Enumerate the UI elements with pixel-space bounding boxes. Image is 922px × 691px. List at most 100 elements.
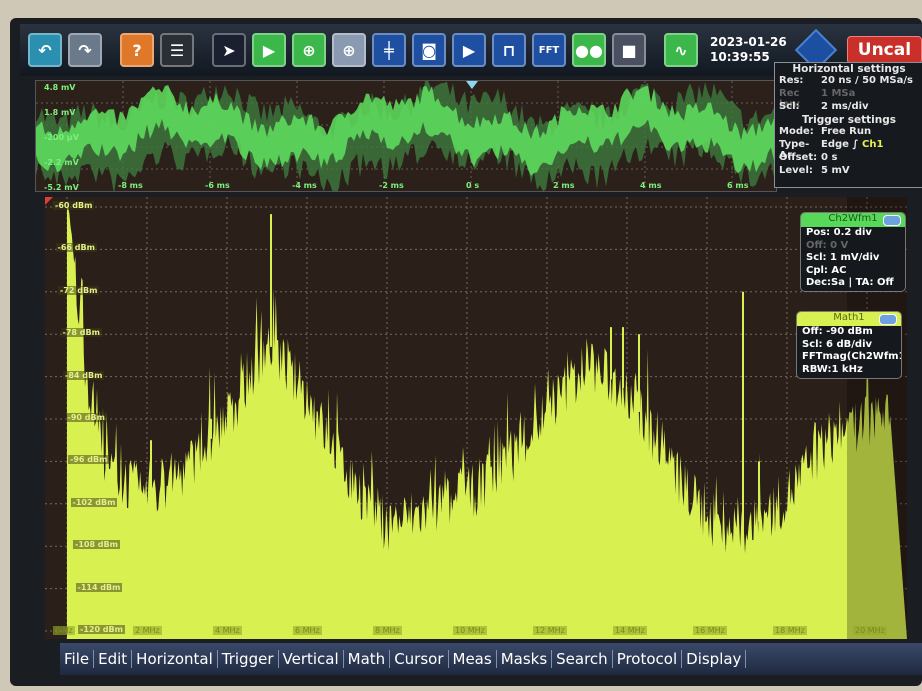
math-scale: Scl: 6 dB/div xyxy=(802,338,873,350)
help-icon: ? xyxy=(132,40,142,60)
reference-marker xyxy=(45,197,53,205)
time-domain-plot[interactable]: 4.8 mV 1.8 mV -200 µV -2.2 mV -5.2 mV -8 ms -6… xyxy=(35,80,777,192)
delete-button[interactable]: ■ xyxy=(612,33,646,67)
horizontal-settings-title: Horizontal settings xyxy=(792,63,906,75)
y-tick-label: -60 dBm xyxy=(53,201,95,210)
time-x-label: -2 ms xyxy=(379,181,404,190)
datetime: 2023-01-26 10:39:55 xyxy=(710,35,787,65)
find-icon: ●● xyxy=(575,40,603,60)
x-tick-label: 4 MHz xyxy=(213,626,242,635)
y-tick-label: -102 dBm xyxy=(70,497,118,507)
redo-icon: ↷ xyxy=(78,40,92,60)
x-tick-label: 6 MHz xyxy=(293,626,322,635)
redo-button[interactable]: ↷ xyxy=(68,33,102,67)
y-tick-label: -114 dBm xyxy=(75,582,123,592)
menu-protocol[interactable]: Protocol xyxy=(613,650,683,668)
find-button[interactable]: ●● xyxy=(572,33,606,67)
y-tick-label: -90 dBm xyxy=(65,413,107,422)
reclen-value: 1 MSa xyxy=(821,88,856,99)
time-x-label: 4 ms xyxy=(640,181,662,190)
measure-button[interactable]: ⊓ xyxy=(492,33,526,67)
menu-vertical[interactable]: Vertical xyxy=(279,650,344,668)
menu-math[interactable]: Math xyxy=(344,650,391,668)
trigger-settings-title: Trigger settings xyxy=(801,114,897,126)
search-button[interactable]: ▶ xyxy=(452,33,486,67)
time-x-label: 0 s xyxy=(466,181,480,190)
minimize-icon[interactable] xyxy=(883,215,901,226)
multi-zoom-button[interactable]: ⊕ xyxy=(332,33,366,67)
menu-search[interactable]: Search xyxy=(552,650,613,668)
time-y-label: 1.8 mV xyxy=(44,108,76,117)
time-x-label: -4 ms xyxy=(292,181,317,190)
autoset-button[interactable]: ▶ xyxy=(252,33,286,67)
toolbar-config-button[interactable]: ☰ xyxy=(160,33,194,67)
fft-icon: FFT xyxy=(538,44,560,56)
math1-box-title: Math1 xyxy=(797,312,901,326)
y-tick-label: -120 dBm xyxy=(78,625,125,634)
reclen-label: Rec len: xyxy=(779,88,801,110)
ch2-coupling: Cpl: AC xyxy=(806,264,847,276)
x-tick-label: 16 MHz xyxy=(693,626,727,635)
res-label: Res: xyxy=(779,75,804,86)
menu-masks[interactable]: Masks xyxy=(497,650,553,668)
x-tick-label: 20 MHz xyxy=(853,626,887,635)
fft-spectrum-chart xyxy=(45,197,907,639)
menu-cursor[interactable]: Cursor xyxy=(390,650,449,668)
math-function: FFTmag(Ch2Wfm1) xyxy=(802,351,902,362)
ch2-decimation: Dec:Sa | TA: Off xyxy=(806,277,894,288)
x-tick-label: 8 MHz xyxy=(373,626,402,635)
ch2-box-title: Ch2Wfm1 xyxy=(801,213,905,227)
menu-edit[interactable]: Edit xyxy=(94,650,133,668)
time-y-label: -200 µV xyxy=(44,133,79,142)
multi-zoom-icon: ⊕ xyxy=(342,40,356,60)
trigger-icon: ∿ xyxy=(674,40,688,60)
x-tick-label: 2 MHz xyxy=(133,626,162,635)
trigger-position-marker[interactable] xyxy=(466,81,478,89)
mask-button[interactable]: ◙ xyxy=(412,33,446,67)
time-waveform xyxy=(36,81,776,191)
time-y-label: 4.8 mV xyxy=(44,83,76,92)
search-icon: ▶ xyxy=(462,40,476,60)
type-label: Type-A: xyxy=(779,139,810,161)
zoom-button[interactable]: ⊕ xyxy=(292,33,326,67)
time-x-label: -8 ms xyxy=(118,181,143,190)
math1-info-box[interactable]: Math1 Off: -90 dBm Scl: 6 dB/div FFTmag(… xyxy=(796,311,902,379)
fft-plot[interactable]: -60 dBm -66 dBm -72 dBm -78 dBm -84 dBm -90 d… xyxy=(45,197,907,639)
fft-button[interactable]: FFT xyxy=(532,33,566,67)
menu-display[interactable]: Display xyxy=(682,650,747,668)
x-tick-label: 0 Hz xyxy=(53,626,75,635)
uncal-status-button[interactable]: Uncal xyxy=(846,36,922,64)
mode-value: Free Run xyxy=(821,126,872,137)
ch2-waveform-info-box[interactable]: Ch2Wfm1 Pos: 0.2 div Off: 0 V Scl: 1 mV/… xyxy=(800,212,906,292)
x-tick-label: 12 MHz xyxy=(533,626,567,635)
res-value: 20 ns / 50 MSa/s xyxy=(821,75,913,86)
mask-icon: ◙ xyxy=(421,40,437,60)
scale-value: 2 ms/div xyxy=(821,101,869,112)
y-tick-label: -108 dBm xyxy=(73,540,120,550)
menu-trigger[interactable]: Trigger xyxy=(218,650,279,668)
type-value: Edge xyxy=(821,139,849,150)
minimize-icon[interactable] xyxy=(879,314,897,325)
time-x-label: -6 ms xyxy=(205,181,230,190)
x-tick-label: 18 MHz xyxy=(773,626,807,635)
y-tick-label: -66 dBm xyxy=(55,243,97,253)
level-value: 5 mV xyxy=(821,165,850,176)
help-button[interactable]: ? xyxy=(120,33,154,67)
ch2-pos: Pos: 0.2 div xyxy=(806,227,872,238)
time-x-label: 2 ms xyxy=(553,181,575,190)
pointer-icon: ➤ xyxy=(222,40,236,60)
menu-file[interactable]: File xyxy=(60,650,95,668)
offset-value: 0 s xyxy=(821,152,838,163)
time-x-label: 6 ms xyxy=(727,181,749,190)
horizontal-trigger-settings-panel[interactable]: Horizontal settings Res: 20 ns / 50 MSa/s… xyxy=(774,62,922,188)
menu-horizontal[interactable]: Horizontal xyxy=(132,650,218,668)
trigger-button[interactable]: ∿ xyxy=(664,33,698,67)
menu-bar: File Edit Horizontal Trigger Vertical Math Cur… xyxy=(60,643,922,675)
menu-meas[interactable]: Meas xyxy=(449,650,497,668)
cursor-button[interactable]: ╪ xyxy=(372,33,406,67)
ch2-offset: Off: 0 V xyxy=(806,239,849,251)
undo-button[interactable]: ↶ xyxy=(28,33,62,67)
time-y-label: -2.2 mV xyxy=(44,158,79,167)
trigger-source: Ch1 xyxy=(862,139,884,150)
pointer-button[interactable]: ➤ xyxy=(212,33,246,67)
